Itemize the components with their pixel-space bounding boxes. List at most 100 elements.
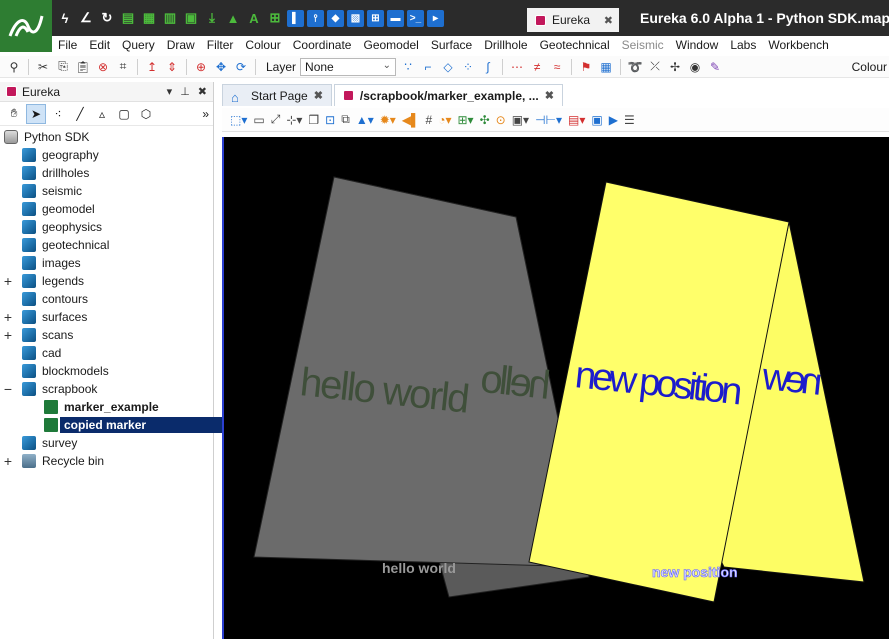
transform-icon[interactable]: ⊕ <box>193 59 209 75</box>
move-icon[interactable]: ✥ <box>213 59 229 75</box>
play-icon[interactable]: ▶ <box>609 113 618 127</box>
table-edit-icon[interactable]: ▥ <box>161 9 179 27</box>
slice-icon[interactable]: ⊣⊢▾ <box>535 113 562 127</box>
select-line-icon[interactable]: ╱ <box>70 104 90 124</box>
close-icon[interactable]: ✖ <box>545 89 554 102</box>
menu-geomodel[interactable]: Geomodel <box>357 38 424 52</box>
spline-icon[interactable]: ∫ <box>480 59 496 75</box>
tree-item[interactable]: seismic <box>0 182 213 200</box>
list-icon[interactable]: ☰ <box>624 113 635 127</box>
grid-points-icon[interactable]: ⁘ <box>460 59 476 75</box>
menu-coordinate[interactable]: Coordinate <box>287 38 358 52</box>
menu-workbench[interactable]: Workbench <box>762 38 834 52</box>
lightning-icon[interactable]: ϟ <box>56 9 74 27</box>
network-icon[interactable]: ✣ <box>480 113 490 127</box>
grid-icon[interactable]: ▦ <box>598 59 614 75</box>
menu-seismic[interactable]: Seismic <box>616 38 670 52</box>
collapse-icon[interactable]: − <box>2 382 14 396</box>
tree-item[interactable]: images <box>0 254 213 272</box>
audio-icon[interactable]: ◀▌ <box>402 113 420 127</box>
tree-item[interactable]: geotechnical <box>0 236 213 254</box>
lasso-icon[interactable]: ➰ <box>627 59 643 75</box>
text-icon[interactable]: A <box>245 9 263 27</box>
layer-select[interactable]: None ⌄ <box>300 57 397 76</box>
tree-item[interactable]: cad <box>0 344 213 362</box>
3d-viewport[interactable]: hello world hello hello world new positi… <box>222 137 889 639</box>
windows-icon[interactable]: ⊞ <box>367 9 384 27</box>
select-icon[interactable]: ⤫ <box>647 59 663 75</box>
tree-item[interactable]: + scans <box>0 326 213 344</box>
window-tab-eureka[interactable]: Eureka ✖ <box>527 8 619 32</box>
close-icon[interactable]: ✖ <box>198 85 207 98</box>
document-icon[interactable]: ▧ <box>347 9 364 27</box>
tree-item[interactable]: copied marker <box>0 416 232 434</box>
select-vertex-icon[interactable]: ▵ <box>92 104 112 124</box>
menu-file[interactable]: File <box>52 38 83 52</box>
cut-icon[interactable]: ✂ <box>35 59 51 75</box>
menu-geotechnical[interactable]: Geotechnical <box>534 38 616 52</box>
tree-item[interactable]: contours <box>0 290 213 308</box>
target-icon[interactable]: ⊙ <box>496 113 506 127</box>
rotate-icon[interactable]: ⟳ <box>233 59 249 75</box>
search-icon[interactable]: ⚲ <box>6 59 22 75</box>
menu-query[interactable]: Query <box>116 38 161 52</box>
points-icon[interactable]: ∵ <box>400 59 416 75</box>
fit-icon[interactable]: ⤢ <box>271 112 281 127</box>
menu-edit[interactable]: Edit <box>83 38 116 52</box>
colour-picker-icon[interactable]: ✎ <box>707 59 723 75</box>
download-icon[interactable]: ⤓ <box>203 9 221 27</box>
layers-icon[interactable]: ❐ <box>308 113 319 127</box>
frame-icon[interactable]: ▭ <box>253 113 264 127</box>
mountain-icon[interactable]: ▲ <box>224 9 242 27</box>
tree-item[interactable]: + Recycle bin <box>0 452 213 470</box>
card-icon[interactable]: ▬ <box>387 9 404 27</box>
window-icon[interactable]: ▣▾ <box>512 113 529 127</box>
record-icon[interactable]: ▣ <box>591 113 602 127</box>
tab-marker-example[interactable]: /scrapbook/marker_example, ... ✖ <box>333 84 563 106</box>
tree-item[interactable]: drillholes <box>0 164 213 182</box>
menu-colour[interactable]: Colour <box>239 38 286 52</box>
tree-item[interactable]: geomodel <box>0 200 213 218</box>
expand-icon[interactable]: + <box>2 274 14 288</box>
tree-item[interactable]: marker_example <box>0 398 213 416</box>
vertical-extent-icon[interactable]: ⇕ <box>164 59 180 75</box>
lighting-icon[interactable]: ▲▾ <box>356 113 374 127</box>
select-points-icon[interactable]: ⁖ <box>48 104 68 124</box>
hierarchy-icon[interactable]: ⊞ <box>266 9 284 27</box>
close-icon[interactable]: ✖ <box>604 14 613 27</box>
dropdown-icon[interactable]: ▾ <box>167 85 173 98</box>
delete-icon[interactable]: ⊗ <box>95 59 111 75</box>
select-in-view-icon[interactable]: ⊡ <box>325 113 335 127</box>
menu-surface[interactable]: Surface <box>425 38 478 52</box>
report-icon[interactable]: ▤ <box>119 9 137 27</box>
select-box-icon[interactable]: ▢ <box>114 104 134 124</box>
light-bulb-icon[interactable]: ✹▾ <box>380 113 396 127</box>
flag-icon[interactable]: ⚑ <box>578 59 594 75</box>
close-icon[interactable]: ✖ <box>314 89 323 102</box>
menu-labs[interactable]: Labs <box>724 38 762 52</box>
pizza-icon[interactable]: ◔▾ <box>438 113 451 127</box>
menu-filter[interactable]: Filter <box>201 38 240 52</box>
table-icon[interactable]: ▦ <box>140 9 158 27</box>
copy-view-icon[interactable]: ⧉ <box>341 112 350 127</box>
axes-icon[interactable]: ⊹▾ <box>286 113 302 127</box>
tree-item[interactable]: blockmodels <box>0 362 213 380</box>
python-console-icon[interactable]: ▸ <box>427 9 444 27</box>
expand-icon[interactable]: + <box>2 328 14 342</box>
tree-item[interactable]: + surfaces <box>0 308 213 326</box>
tab-start-page[interactable]: ⌂ Start Page ✖ <box>222 84 332 106</box>
pdf-icon[interactable]: ▤▾ <box>568 113 585 127</box>
pan-hand-icon[interactable]: ✋︎ <box>4 104 24 124</box>
select-object-icon[interactable]: ⬡ <box>136 104 156 124</box>
panel-icon[interactable]: ▌ <box>287 9 304 27</box>
split-line-icon[interactable]: ≠ <box>529 59 545 75</box>
copy-icon[interactable]: ⎘ <box>55 59 71 75</box>
pin-icon[interactable]: ⊥ <box>180 85 190 98</box>
join-line-icon[interactable]: ≈ <box>549 59 565 75</box>
tree-item[interactable]: geophysics <box>0 218 213 236</box>
polyline-icon[interactable]: ⌐ <box>420 59 436 75</box>
view-cube-icon[interactable]: ⬚▾ <box>230 113 247 127</box>
menu-drillhole[interactable]: Drillhole <box>478 38 533 52</box>
sheet-icon[interactable]: ▣ <box>182 9 200 27</box>
paste-icon[interactable]: 📋︎ <box>75 59 91 75</box>
